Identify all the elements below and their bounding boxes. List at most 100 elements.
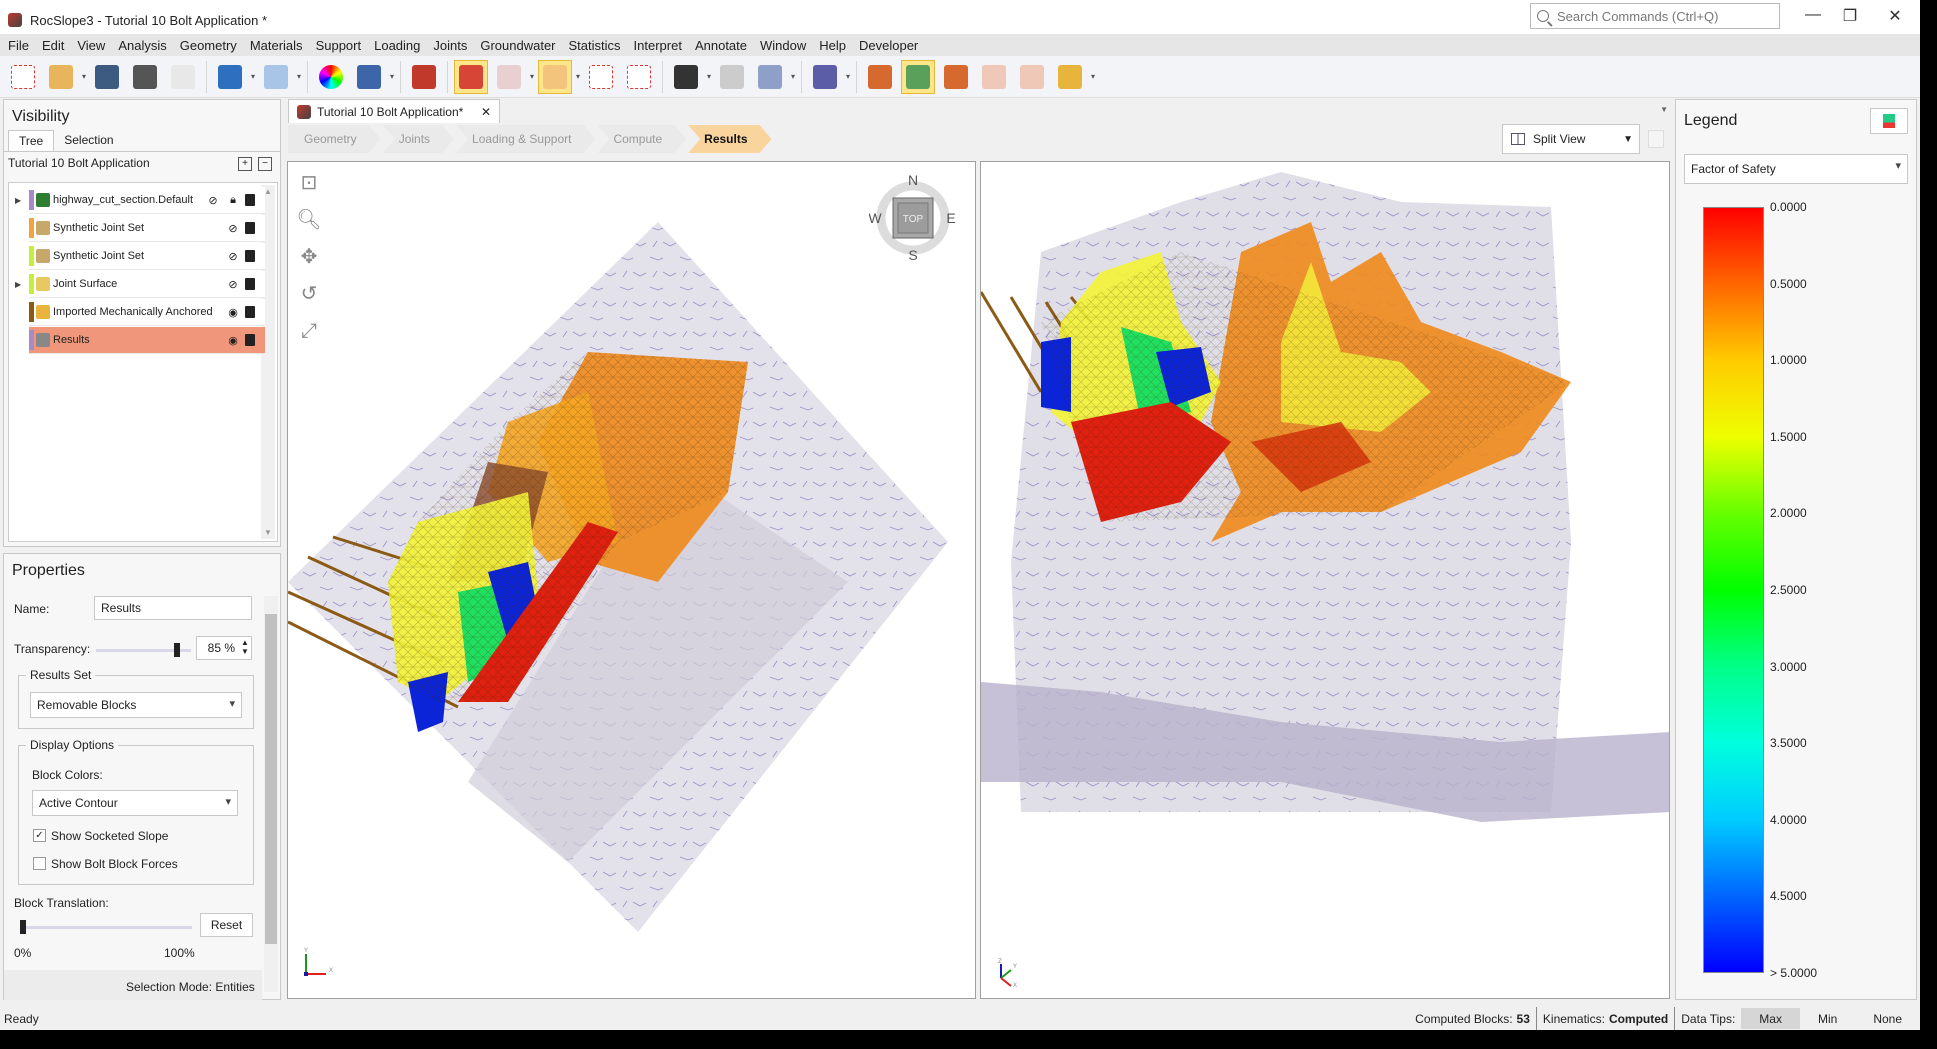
tree-item[interactable]: Synthetic Joint Set ⊘ — [29, 215, 265, 242]
view-mode-dropdown[interactable]: Split View ▼ — [1502, 124, 1640, 154]
menu-developer[interactable]: Developer — [859, 38, 918, 53]
reset-button[interactable]: Reset — [200, 913, 253, 937]
color-wheel-button[interactable] — [314, 60, 348, 94]
trash-icon[interactable] — [245, 222, 255, 234]
trash-icon[interactable] — [245, 250, 255, 262]
dropdown-arrow-icon[interactable]: ▾ — [574, 72, 582, 81]
menu-groundwater[interactable]: Groundwater — [480, 38, 555, 53]
data-tips-min[interactable]: Min — [1800, 1008, 1855, 1029]
show-bolt-forces-checkbox[interactable] — [33, 857, 46, 870]
eye-hidden-icon[interactable]: ⊘ — [225, 222, 241, 235]
redo-button[interactable] — [259, 60, 293, 94]
results-set-dropdown[interactable]: Removable Blocks — [30, 692, 242, 718]
menu-interpret[interactable]: Interpret — [634, 38, 682, 53]
trash-icon[interactable] — [245, 334, 255, 346]
spinner-arrows-icon[interactable]: ▲ ▼ — [241, 638, 249, 656]
menu-help[interactable]: Help — [819, 38, 846, 53]
clear-select-button[interactable] — [622, 60, 656, 94]
eye-icon[interactable]: ◉ — [225, 334, 241, 347]
dropdown-arrow-icon[interactable]: ▾ — [80, 72, 88, 81]
zoom-extents-icon[interactable]: ⤢ — [296, 318, 322, 344]
zoom-icon[interactable]: 🔍︎ — [296, 207, 322, 233]
wireframe-block-button[interactable] — [492, 60, 526, 94]
save-button[interactable] — [90, 60, 124, 94]
edit-geometry-button[interactable] — [407, 60, 441, 94]
collapse-all-icon[interactable]: − — [258, 157, 272, 171]
move-block-button[interactable] — [939, 60, 973, 94]
workflow-step-loading-support[interactable]: Loading & Support — [456, 125, 595, 153]
workflow-step-compute[interactable]: Compute — [597, 125, 686, 153]
tab-overflow-icon[interactable]: ▼ — [1660, 105, 1668, 114]
print-button[interactable] — [128, 60, 162, 94]
menu-view[interactable]: View — [77, 38, 105, 53]
transparency-slider-thumb[interactable] — [173, 643, 180, 657]
dropdown-arrow-icon[interactable]: ▾ — [295, 72, 303, 81]
tree-item[interactable]: Synthetic Joint Set ⊘ — [29, 243, 265, 270]
menu-edit[interactable]: Edit — [42, 38, 64, 53]
dropdown-arrow-icon[interactable]: ▾ — [1089, 72, 1097, 81]
workflow-step-geometry[interactable]: Geometry — [288, 125, 381, 153]
menu-geometry[interactable]: Geometry — [180, 38, 237, 53]
expand-arrow-icon[interactable]: ▶ — [15, 280, 21, 289]
viewport-perspective[interactable]: Z Y X — [980, 161, 1670, 999]
rotate-icon[interactable]: ↺ — [296, 281, 322, 307]
legend-quantity-dropdown[interactable]: Factor of Safety — [1684, 154, 1908, 184]
polyline-pen-button[interactable] — [669, 60, 703, 94]
picture-button[interactable] — [352, 60, 386, 94]
menu-statistics[interactable]: Statistics — [569, 38, 621, 53]
undo-button[interactable] — [213, 60, 247, 94]
data-tips-max[interactable]: Max — [1741, 1008, 1800, 1029]
dropdown-arrow-icon[interactable]: ▾ — [528, 72, 536, 81]
block-info-button[interactable] — [863, 60, 897, 94]
menu-window[interactable]: Window — [760, 38, 806, 53]
name-input[interactable]: Results — [94, 596, 252, 620]
box-select-button[interactable] — [538, 59, 572, 94]
close-button[interactable]: ✕ — [1875, 6, 1915, 28]
contour-blocks-button[interactable] — [901, 59, 935, 94]
properties-scrollbar[interactable] — [264, 596, 278, 992]
pan-icon[interactable]: ✥ — [296, 244, 322, 270]
data-tips-none[interactable]: None — [1855, 1008, 1920, 1029]
trash-icon[interactable] — [245, 194, 255, 206]
menu-annotate[interactable]: Annotate — [695, 38, 747, 53]
remove-block-button[interactable] — [1015, 60, 1049, 94]
block-colors-dropdown[interactable]: Active Contour — [32, 790, 238, 816]
eye-hidden-icon[interactable]: ⊘ — [225, 250, 241, 263]
dropdown-arrow-icon[interactable]: ▾ — [844, 72, 852, 81]
minimize-button[interactable]: — — [1793, 6, 1833, 28]
menu-materials[interactable]: Materials — [250, 38, 303, 53]
scroll-thumb[interactable] — [265, 614, 277, 944]
lock-select-button[interactable] — [584, 60, 618, 94]
tree-item[interactable]: Joint Surface ⊘ — [29, 271, 265, 298]
report-button[interactable] — [166, 60, 200, 94]
tree-item[interactable]: highway_cut_section.Default ⊘ 🔒︎ — [29, 187, 265, 214]
menu-file[interactable]: File — [8, 38, 29, 53]
restore-button[interactable]: ❐ — [1830, 6, 1870, 28]
surface-button[interactable] — [715, 60, 749, 94]
visibility-toggle-icon[interactable]: ⊘ — [205, 194, 221, 207]
workflow-step-results[interactable]: Results — [688, 125, 771, 153]
dropdown-arrow-icon[interactable]: ▾ — [388, 72, 396, 81]
sync-views-icon[interactable] — [1648, 130, 1664, 148]
menu-joints[interactable]: Joints — [433, 38, 467, 53]
dropdown-arrow-icon[interactable]: ▾ — [789, 72, 797, 81]
shapes-button[interactable] — [753, 60, 787, 94]
legend-settings-icon[interactable] — [1870, 108, 1908, 134]
expand-arrow-icon[interactable]: ▶ — [15, 196, 21, 205]
block-translation-slider[interactable] — [20, 926, 192, 929]
trash-icon[interactable] — [245, 278, 255, 290]
tree-item[interactable]: Imported Mechanically Anchored ◉ — [29, 299, 265, 326]
tab-tree[interactable]: Tree — [8, 130, 55, 151]
bolt-delete-button[interactable] — [1053, 60, 1087, 94]
open-folder-button[interactable] — [44, 60, 78, 94]
menu-support[interactable]: Support — [316, 38, 362, 53]
tab-selection[interactable]: Selection — [54, 130, 123, 151]
solid-block-button[interactable] — [454, 59, 488, 94]
new-file-button[interactable] — [6, 60, 40, 94]
viewport-top[interactable]: ⊡ 🔍︎ ✥ ↺ ⤢ TOP N S E W Y X — [287, 161, 976, 999]
expand-all-icon[interactable]: + — [238, 157, 252, 171]
document-tab[interactable]: Tutorial 10 Bolt Application* ✕ — [288, 99, 500, 123]
import-surface-button[interactable] — [808, 60, 842, 94]
workflow-step-joints[interactable]: Joints — [383, 125, 454, 153]
eye-icon[interactable]: ◉ — [225, 306, 241, 319]
